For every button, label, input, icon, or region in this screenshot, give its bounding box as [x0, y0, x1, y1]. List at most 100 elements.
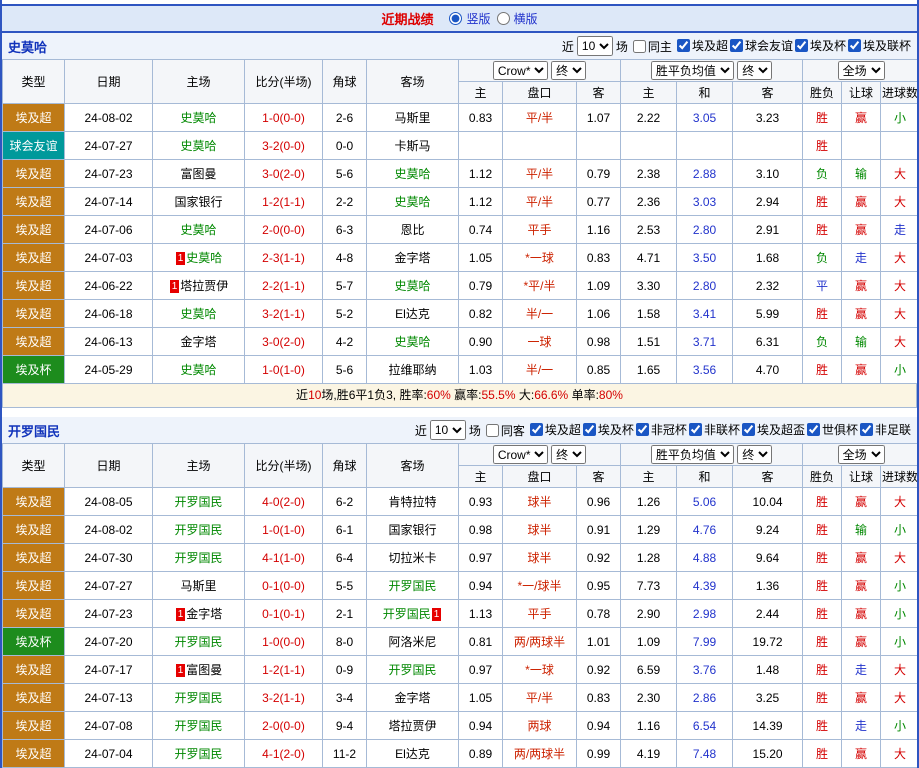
- score-cell[interactable]: 3-0(2-0): [245, 328, 323, 356]
- layout-option-horizontal[interactable]: 横版: [495, 10, 538, 27]
- home-team-link[interactable]: 金字塔: [186, 607, 222, 621]
- score-cell[interactable]: 3-2(1-1): [245, 300, 323, 328]
- home-team-link[interactable]: 史莫哈: [180, 307, 216, 321]
- away-team-link[interactable]: 切拉米卡: [388, 551, 436, 565]
- home-team-link[interactable]: 开罗国民: [174, 635, 222, 649]
- scope-select[interactable]: 全场: [838, 61, 885, 80]
- odds-company-select[interactable]: Crow*: [493, 61, 548, 80]
- score-cell[interactable]: 1-0(0-0): [245, 104, 323, 132]
- league-checkbox[interactable]: [636, 423, 649, 436]
- league-filter[interactable]: 非冠杯: [634, 421, 687, 438]
- home-team-link[interactable]: 富图曼: [186, 663, 222, 677]
- score-cell[interactable]: 2-2(1-1): [245, 272, 323, 300]
- league-checkbox[interactable]: [677, 39, 690, 52]
- eu-odds-select[interactable]: 胜平负均值: [651, 61, 734, 80]
- away-team-link[interactable]: 马斯里: [394, 111, 430, 125]
- scope-select[interactable]: 全场: [838, 445, 885, 464]
- home-team-link[interactable]: 史莫哈: [180, 223, 216, 237]
- score-cell[interactable]: 1-0(1-0): [245, 356, 323, 384]
- same-venue-filter[interactable]: 同主: [631, 38, 672, 55]
- eu-odds-select[interactable]: 胜平负均值: [651, 445, 734, 464]
- score-cell[interactable]: 3-2(1-1): [245, 684, 323, 712]
- away-team-link[interactable]: 国家银行: [388, 523, 436, 537]
- league-filter[interactable]: 世俱杯: [805, 421, 858, 438]
- home-team-link[interactable]: 史莫哈: [180, 363, 216, 377]
- league-filter[interactable]: 埃及联杯: [846, 37, 911, 54]
- away-team-link[interactable]: El达克: [395, 747, 430, 761]
- home-team-link[interactable]: 开罗国民: [174, 523, 222, 537]
- match-count-select[interactable]: 10: [430, 420, 466, 440]
- home-team-link[interactable]: 马斯里: [180, 579, 216, 593]
- away-team-link[interactable]: 开罗国民: [388, 579, 436, 593]
- league-filter[interactable]: 埃及超: [528, 421, 581, 438]
- home-team-link[interactable]: 开罗国民: [174, 747, 222, 761]
- score-cell[interactable]: 0-1(0-0): [245, 572, 323, 600]
- league-filter[interactable]: 非足联: [858, 421, 911, 438]
- score-cell[interactable]: 2-3(1-1): [245, 244, 323, 272]
- score-cell[interactable]: 4-1(2-0): [245, 740, 323, 768]
- away-team-link[interactable]: 金字塔: [394, 251, 430, 265]
- score-cell[interactable]: 4-1(1-0): [245, 544, 323, 572]
- away-team-link[interactable]: 史莫哈: [394, 335, 430, 349]
- league-filter[interactable]: 球会友谊: [728, 37, 793, 54]
- score-cell[interactable]: 3-0(2-0): [245, 160, 323, 188]
- home-team-link[interactable]: 史莫哈: [180, 139, 216, 153]
- away-team-link[interactable]: 史莫哈: [394, 195, 430, 209]
- same-venue-filter[interactable]: 同客: [484, 422, 525, 439]
- score-cell[interactable]: 2-0(0-0): [245, 216, 323, 244]
- away-team-link[interactable]: 阿洛米尼: [388, 635, 436, 649]
- away-team-link[interactable]: 史莫哈: [394, 279, 430, 293]
- away-team-link[interactable]: 史莫哈: [394, 167, 430, 181]
- league-filter[interactable]: 埃及超盃: [740, 421, 805, 438]
- home-team-link[interactable]: 开罗国民: [174, 551, 222, 565]
- home-team-link[interactable]: 国家银行: [174, 195, 222, 209]
- score-cell[interactable]: 1-0(0-0): [245, 628, 323, 656]
- score-cell[interactable]: 0-1(0-1): [245, 600, 323, 628]
- same-venue-checkbox[interactable]: [486, 424, 499, 437]
- home-team-link[interactable]: 史莫哈: [186, 251, 222, 265]
- odds-stage-select[interactable]: 终: [551, 445, 586, 464]
- home-team-link[interactable]: 富图曼: [180, 167, 216, 181]
- league-checkbox[interactable]: [530, 423, 543, 436]
- league-checkbox[interactable]: [742, 423, 755, 436]
- odds-company-select[interactable]: Crow*: [493, 445, 548, 464]
- score-cell[interactable]: 4-0(2-0): [245, 488, 323, 516]
- away-team-link[interactable]: 肯特拉特: [388, 495, 436, 509]
- home-team-link[interactable]: 塔拉贾伊: [180, 279, 228, 293]
- league-filter[interactable]: 非联杯: [687, 421, 740, 438]
- same-venue-checkbox[interactable]: [633, 40, 646, 53]
- eu-stage-select[interactable]: 终: [737, 61, 772, 80]
- match-count-select[interactable]: 10: [577, 36, 613, 56]
- eu-stage-select[interactable]: 终: [737, 445, 772, 464]
- home-team-link[interactable]: 开罗国民: [174, 691, 222, 705]
- away-team-link[interactable]: 拉维耶纳: [388, 363, 436, 377]
- away-team-link[interactable]: 开罗国民: [383, 607, 431, 621]
- league-checkbox[interactable]: [689, 423, 702, 436]
- layout-option-vertical[interactable]: 竖版: [447, 10, 490, 27]
- league-filter[interactable]: 埃及杯: [581, 421, 634, 438]
- league-checkbox[interactable]: [795, 39, 808, 52]
- score-cell[interactable]: 3-2(0-0): [245, 132, 323, 160]
- away-team-link[interactable]: 卡斯马: [394, 139, 430, 153]
- league-filter[interactable]: 埃及超: [675, 37, 728, 54]
- score-cell[interactable]: 1-2(1-1): [245, 656, 323, 684]
- away-team-link[interactable]: 恩比: [400, 223, 424, 237]
- score-cell[interactable]: 2-0(0-0): [245, 712, 323, 740]
- league-checkbox[interactable]: [807, 423, 820, 436]
- horizontal-radio[interactable]: [497, 12, 510, 25]
- home-team-link[interactable]: 史莫哈: [180, 111, 216, 125]
- home-team-link[interactable]: 开罗国民: [174, 495, 222, 509]
- score-cell[interactable]: 1-2(1-1): [245, 188, 323, 216]
- league-checkbox[interactable]: [848, 39, 861, 52]
- vertical-radio[interactable]: [449, 12, 462, 25]
- away-team-link[interactable]: 开罗国民: [388, 663, 436, 677]
- home-team-link[interactable]: 金字塔: [180, 335, 216, 349]
- score-cell[interactable]: 1-0(1-0): [245, 516, 323, 544]
- odds-stage-select[interactable]: 终: [551, 61, 586, 80]
- away-team-link[interactable]: 塔拉贾伊: [388, 719, 436, 733]
- league-filter[interactable]: 埃及杯: [793, 37, 846, 54]
- away-team-link[interactable]: El达克: [395, 307, 430, 321]
- home-team-link[interactable]: 开罗国民: [174, 719, 222, 733]
- away-team-link[interactable]: 金字塔: [394, 691, 430, 705]
- league-checkbox[interactable]: [583, 423, 596, 436]
